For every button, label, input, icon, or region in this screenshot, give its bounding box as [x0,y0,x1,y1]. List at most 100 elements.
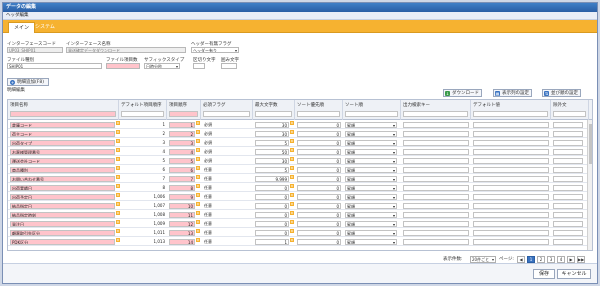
sort-order-select[interactable]: 昇順 [345,230,397,236]
table-row[interactable]: 出荷実績日 ★ 8 8 ★ 任意 0 ★ 0 昇順 [8,184,592,192]
max-chars-cell[interactable]: 30 [255,122,289,128]
cancel-button[interactable]: キャンセル [557,269,591,279]
file-items-field[interactable] [106,63,140,69]
order-cell[interactable]: 5 [169,158,195,164]
default-value-cell[interactable] [473,158,549,164]
max-chars-cell[interactable]: 50 [255,149,289,155]
scroll-thumb[interactable] [589,124,592,164]
max-chars-cell[interactable]: 5 [255,167,289,173]
max-chars-cell[interactable]: 9,999 [255,176,289,182]
filter-input[interactable] [121,111,164,117]
exclude-cell[interactable] [553,158,583,164]
vertical-scrollbar[interactable] [587,120,592,250]
sort-priority-cell[interactable]: 0 [297,185,341,191]
sort-order-select[interactable]: 昇順 [345,239,397,245]
order-cell[interactable]: 3 [169,140,195,146]
search-key-cell[interactable] [403,221,469,227]
sort-settings-button[interactable]: ⇅ 並び順の設定 [542,89,581,97]
filter-input[interactable] [255,111,292,117]
exclude-cell[interactable] [553,194,583,200]
view-settings-button[interactable]: ▦ 表示列の設定 [493,89,532,97]
next-page-button[interactable]: ▶ [567,256,575,263]
exclude-cell[interactable] [553,122,583,128]
file-type-field[interactable]: SHIP01 [7,63,102,69]
sort-priority-cell[interactable]: 0 [297,140,341,146]
exclude-cell[interactable] [553,131,583,137]
exclude-cell[interactable] [553,176,583,182]
order-cell[interactable]: 1 [169,122,195,128]
sort-order-select[interactable]: 昇順 [345,203,397,209]
max-chars-cell[interactable]: 0 [255,221,289,227]
search-key-cell[interactable] [403,176,469,182]
item-name-cell[interactable]: 運送会社コード [10,158,115,164]
sort-order-select[interactable]: 昇順 [345,176,397,182]
sort-priority-cell[interactable]: 0 [297,194,341,200]
sort-priority-cell[interactable]: 0 [297,167,341,173]
interface-name-field[interactable]: 発送確定データダウンロード [66,47,186,53]
exclude-cell[interactable] [553,140,583,146]
tab-system[interactable]: システム [30,22,60,33]
default-value-cell[interactable] [473,203,549,209]
filter-input[interactable] [553,111,586,117]
order-cell[interactable]: 8 [169,185,195,191]
table-row[interactable]: 荷主コード ★ 2 2 ★ 必須 30 ★ 0 昇順 [8,130,592,138]
sort-order-select[interactable]: 昇順 [345,221,397,227]
max-chars-cell[interactable]: 1 [255,239,289,245]
sort-priority-cell[interactable]: 0 [297,131,341,137]
table-row[interactable]: お問い合わせ番号 ★ 7 7 ★ 任意 9,999 ★ 0 昇順 [8,175,592,183]
exclude-cell[interactable] [553,239,583,245]
column-header-required[interactable]: 必須フラグ [201,100,253,120]
default-value-cell[interactable] [473,149,549,155]
suffix-type-select[interactable]: 日時分秒 [144,63,180,69]
page-3-button[interactable]: 3 [547,256,555,263]
search-key-cell[interactable] [403,212,469,218]
filter-input[interactable] [10,111,116,117]
table-row[interactable]: 出荷予定日 ★ 1,006 9 ★ 任意 0 ★ 0 昇順 [8,193,592,201]
table-row[interactable]: 商品種別 ★ 6 6 ★ 任意 5 ★ 0 昇順 [8,166,592,174]
item-name-cell[interactable]: 倉庫コード [10,122,115,128]
column-header-sort-order[interactable]: ソート順 [343,100,401,120]
order-cell[interactable]: 11 [169,212,195,218]
max-chars-cell[interactable]: 0 [255,212,289,218]
sort-order-select[interactable]: 昇順 [345,149,397,155]
save-button[interactable]: 保存 [533,269,555,279]
table-row[interactable]: PDK区分 ★ 1,013 14 ★ 任意 1 ★ 0 昇順 [8,238,592,246]
page-4-button[interactable]: 4 [557,256,565,263]
header-flag-select[interactable]: ヘッダー有り [191,47,239,53]
sort-order-select[interactable]: 昇順 [345,185,397,191]
download-button[interactable]: ↓ ダウンロード [443,89,482,97]
filter-input[interactable] [345,111,398,117]
exclude-cell[interactable] [553,167,583,173]
table-row[interactable]: 倉庫コード ★ 1 1 ★ 必須 30 ★ 0 昇順 [8,121,592,129]
exclude-cell[interactable] [553,212,583,218]
default-value-cell[interactable] [473,167,549,173]
interface-code-field[interactable]: UP03_SHIP01 [7,47,63,53]
search-key-cell[interactable] [403,122,469,128]
exclude-cell[interactable] [553,149,583,155]
order-cell[interactable]: 2 [169,131,195,137]
item-name-cell[interactable]: 出荷実績日 [10,185,115,191]
enclosure-field[interactable] [221,63,237,69]
page-1-button[interactable]: 1 [527,256,535,263]
search-key-cell[interactable] [403,239,469,245]
table-row[interactable]: お客様管理番号 ★ 4 4 ★ 必須 50 ★ 0 昇順 [8,148,592,156]
table-row[interactable]: 運送会社コード ★ 5 5 ★ 必須 30 ★ 0 昇順 [8,157,592,165]
order-cell[interactable]: 7 [169,176,195,182]
sort-priority-cell[interactable]: 0 [297,158,341,164]
search-key-cell[interactable] [403,140,469,146]
item-name-cell[interactable]: 商品種別 [10,167,115,173]
column-header-exclude[interactable]: 除外文 [551,100,589,120]
order-cell[interactable]: 9 [169,194,195,200]
item-name-cell[interactable]: 発注日 [10,221,115,227]
item-name-cell[interactable]: お問い合わせ番号 [10,176,115,182]
search-key-cell[interactable] [403,158,469,164]
default-value-cell[interactable] [473,221,549,227]
column-header-default-order[interactable]: デフォルト項目順序 [119,100,167,120]
sort-order-select[interactable]: 昇順 [345,122,397,128]
delimiter-field[interactable] [193,63,205,69]
sort-order-select[interactable]: 昇順 [345,131,397,137]
table-row[interactable]: 顧客取引先区分 ★ 1,011 13 ★ 任意 0 ★ 0 昇順 [8,229,592,237]
search-key-cell[interactable] [403,131,469,137]
add-detail-button[interactable]: + 明細追加(F8) [7,78,49,86]
last-page-button[interactable]: ▶▶ [577,256,585,263]
